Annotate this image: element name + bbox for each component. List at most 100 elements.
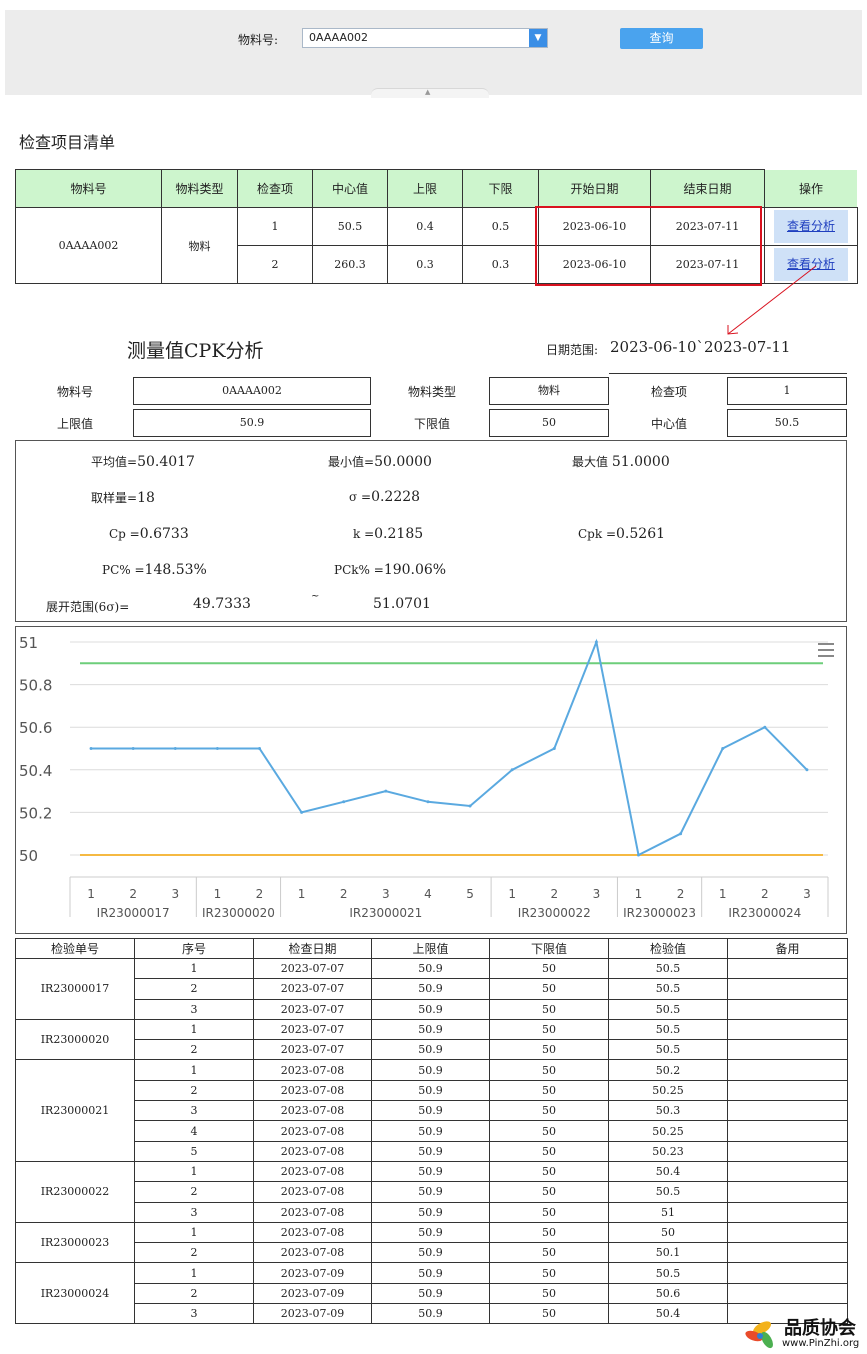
cell-lower-value: 50: [489, 1160, 609, 1183]
stat-sigma-label: σ =: [349, 490, 372, 504]
field-center-label: 中心值: [650, 417, 687, 431]
stat-cp-label: Cp =: [109, 527, 140, 541]
header-lower-value: 下限值: [489, 938, 609, 959]
header-material: 物料号: [15, 169, 162, 208]
stat-pck-value: 190.06%: [383, 562, 447, 578]
cell-lower-value: 50: [489, 1262, 609, 1284]
cell-center: 260.3: [312, 245, 388, 284]
stat-sigma: σ =0.2228: [349, 489, 420, 505]
x-tick-label: 1: [214, 887, 222, 901]
stat-spread-low: 49.7333: [193, 596, 251, 612]
cell-check-date: 2023-07-08: [253, 1059, 372, 1081]
cell-upper-value: 50.9: [371, 1282, 490, 1305]
x-tick-label: 2: [256, 887, 264, 901]
stat-cp: Cp =0.6733: [109, 526, 189, 542]
x-tick-label: 1: [719, 887, 727, 901]
cell-check-date: 2023-07-08: [253, 1120, 372, 1142]
field-lsl-value: 50: [489, 409, 609, 437]
cell-check-value: 50: [608, 1221, 728, 1244]
stat-spread-high-value: 51.0701: [373, 596, 431, 612]
chart-menu-icon[interactable]: [818, 643, 834, 657]
header-item: 检查项: [237, 169, 313, 208]
view-analysis-link[interactable]: 查看分析: [774, 210, 848, 243]
header-material-type: 物料类型: [161, 169, 238, 208]
cell-spare: [727, 1120, 848, 1142]
cell-check-date: 2023-07-08: [253, 1221, 372, 1244]
inspection-list-title: 检查项目清单: [19, 133, 116, 152]
cell-check-value: 50.5: [608, 978, 728, 1000]
cell-check-value: 50.5: [608, 957, 728, 980]
pinzhi-logo-icon: [745, 1321, 773, 1349]
cell-seq: 3: [134, 1201, 254, 1223]
cell-upper: 0.4: [387, 207, 463, 246]
x-tick-label: 3: [803, 887, 811, 901]
header-check-date: 检查日期: [253, 938, 372, 959]
cell-upper-value: 50.9: [371, 1303, 490, 1325]
table-row: IR23000021 1 2023-07-08 50.9 50 50.2: [15, 1059, 848, 1162]
cell-seq: 3: [134, 1303, 254, 1325]
cpk-line-chart: 5150.850.650.450.2501 2 3IR230000171 2IR230…: [19, 634, 834, 920]
series-line: [91, 638, 808, 857]
cell-item: 1: [237, 207, 313, 246]
collapse-handle[interactable]: ▲: [371, 88, 489, 98]
x-tick-label: 1: [87, 887, 95, 901]
cell-upper-value: 50.9: [371, 1221, 490, 1244]
cell-seq: 1: [134, 1262, 254, 1284]
cell-check-date: 2023-07-08: [253, 1079, 372, 1102]
cell-seq: 1: [134, 1221, 254, 1244]
cell-seq: 2: [134, 1282, 254, 1305]
cell-upper-value: 50.9: [371, 1242, 490, 1264]
header-seq: 序号: [134, 938, 254, 959]
x-tick-label: 2: [340, 887, 348, 901]
field-material-label: 物料号: [56, 385, 93, 399]
x-tick-label: 2: [550, 887, 558, 901]
cell-check-value: 50.5: [608, 1018, 728, 1041]
cell-upper-value: 50.9: [371, 1039, 490, 1061]
stat-n: 取样量=18: [91, 489, 155, 506]
data-point: [426, 800, 430, 804]
chevron-down-icon[interactable]: ▼: [529, 29, 547, 47]
cell-lower-value: 50: [489, 1100, 609, 1122]
date-range-underline: [609, 373, 847, 374]
field-type-value: 物料: [489, 377, 609, 405]
table-row: IR23000024 1 2023-07-09 50.9 50 50.5: [15, 1262, 848, 1325]
date-range-value: 2023-06-10`2023-07-11: [610, 338, 791, 356]
query-button[interactable]: 查询: [620, 28, 703, 49]
stat-spread-label: 展开范围(6σ)=: [46, 600, 130, 614]
x-tick-label: 5: [466, 887, 474, 901]
header-upper: 上限: [387, 169, 463, 208]
cell-check-value: 50.4: [608, 1303, 728, 1325]
table-row: 3 2023-07-08 50.9 50 51: [16, 1201, 848, 1223]
x-tick-label: 1: [298, 887, 306, 901]
stat-cpk-value: 0.5261: [616, 526, 666, 542]
cell-lower-value: 50: [489, 1303, 609, 1325]
stats-panel: 平均值=50.4017 最小值=50.0000 最大值 51.0000 取样量=…: [15, 440, 847, 622]
cell-check-value: 50.2: [608, 1059, 728, 1081]
cell-check-date: 2023-07-07: [253, 978, 372, 1000]
x-tick-label: 3: [382, 887, 390, 901]
stat-max: 最大值 51.0000: [572, 453, 670, 470]
data-point: [552, 747, 556, 750]
cell-check-date: 2023-07-07: [253, 957, 372, 980]
y-tick-label: 50.4: [19, 762, 52, 780]
stat-spread-separator: ~: [311, 591, 320, 602]
header-check-value: 检验值: [608, 938, 728, 959]
stat-mean: 平均值=50.4017: [91, 453, 195, 470]
table-row: 3 2023-07-09 50.9 50 50.4: [16, 1303, 848, 1325]
cell-check-value: 50.23: [608, 1140, 728, 1162]
x-group-label: IR23000023: [623, 906, 696, 920]
cell-spare: [727, 1018, 848, 1041]
cell-spare: [727, 1282, 848, 1305]
material-select[interactable]: 0AAAA002 ▼: [302, 28, 548, 48]
cell-upper-value: 50.9: [371, 1262, 490, 1284]
cell-check-value: 51: [608, 1201, 728, 1223]
cell-inspection-no: IR23000024: [15, 1262, 135, 1325]
field-material-value: 0AAAA002: [133, 377, 371, 405]
cell-check-date: 2023-07-09: [253, 1303, 372, 1325]
cell-seq: 1: [134, 957, 254, 980]
cell-spare: [727, 1140, 848, 1162]
cell-spare: [727, 957, 848, 980]
stat-spread-low-value: 49.7333: [193, 596, 251, 612]
material-label: 物料号:: [238, 33, 279, 47]
cell-lower-value: 50: [489, 1201, 609, 1223]
